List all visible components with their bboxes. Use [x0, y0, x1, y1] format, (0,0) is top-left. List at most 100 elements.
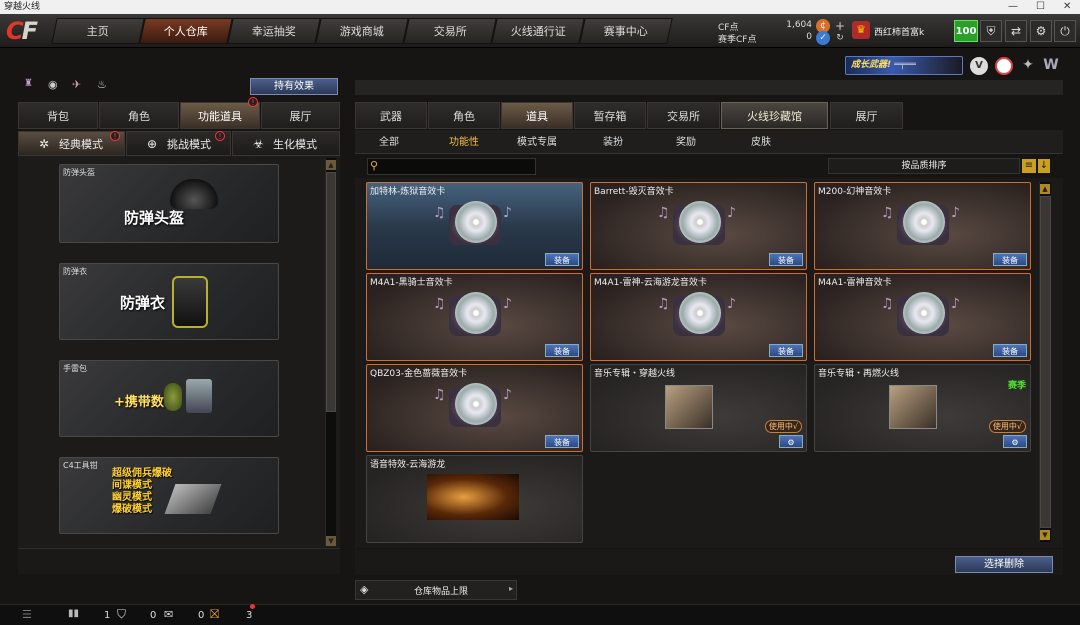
nav-tab-label: 火线通行证	[510, 25, 566, 38]
right-tab[interactable]: 角色	[428, 102, 500, 129]
refresh-icon[interactable]: ↻	[833, 31, 847, 45]
right-tab[interactable]: 武器	[355, 102, 427, 129]
target-icon[interactable]	[995, 57, 1013, 75]
left-tab[interactable]: 背包	[18, 102, 98, 129]
wing-icon[interactable]: ✦	[1019, 57, 1037, 75]
left-tab-label: 展厅	[289, 110, 312, 123]
subtab[interactable]: 皮肤	[751, 133, 771, 148]
close-icon[interactable]: ✕	[1063, 0, 1071, 14]
in-use-badge: 使用中√	[988, 420, 1026, 433]
minimize-icon[interactable]: —	[1008, 0, 1018, 14]
bag-icon[interactable]: ♨	[97, 78, 111, 91]
c4-card[interactable]: C4工具钳 超级佣兵爆破 间谍模式 幽灵模式 爆破模式	[59, 457, 279, 534]
subtab[interactable]: 全部	[379, 133, 399, 148]
nickname[interactable]: 西红柿首富k	[874, 25, 924, 38]
scroll-up-icon[interactable]: ▲	[326, 160, 336, 170]
nav-tab[interactable]: 火线通行证	[491, 18, 585, 44]
growth-weapon-banner[interactable]: 成长武器! ═╤══	[845, 56, 963, 75]
dragon-effect-icon	[427, 474, 519, 520]
gear-icon[interactable]: ⚙	[1030, 20, 1052, 42]
inventory-item[interactable]: M200-幻神音效卡 ♫ ♪ 装备	[814, 182, 1031, 270]
sort-dropdown[interactable]: 按品质排序	[828, 158, 1020, 174]
nav-tab[interactable]: 个人仓库	[139, 18, 233, 44]
subtab[interactable]: 奖励	[676, 133, 696, 148]
left-scroll-thumb[interactable]	[326, 172, 336, 412]
inventory-item[interactable]: 音乐专辑・穿越火线 使用中√ ⚙	[590, 364, 807, 452]
sort-direction-icon[interactable]: ↓	[1038, 159, 1050, 173]
scroll-down-icon[interactable]: ▼	[326, 536, 336, 546]
nav-tab[interactable]: 主页	[51, 18, 145, 44]
shield-icon[interactable]: ⛨	[980, 20, 1002, 42]
inventory-item[interactable]: 加特林-炼狱音效卡 ♫ ♪ 装备	[366, 182, 583, 270]
inventory-item[interactable]: 语音特效-云海游龙	[366, 455, 583, 543]
inventory-item[interactable]: M4A1-雷神-云海游龙音效卡 ♫ ♪ 装备	[590, 273, 807, 361]
w-logo-icon[interactable]: W	[1042, 57, 1060, 75]
equip-button[interactable]: 装备	[993, 344, 1027, 357]
level-badge: 100	[954, 20, 978, 42]
settings-button[interactable]: ⚙	[779, 435, 803, 448]
right-scroll-thumb[interactable]	[1040, 196, 1051, 528]
inventory-item[interactable]: 音乐专辑・再燃火线 使用中√ ⚙ 赛季	[814, 364, 1031, 452]
mode-tab[interactable]: ☣ 生化模式	[232, 131, 340, 156]
equip-button[interactable]: 装备	[545, 344, 579, 357]
left-tab[interactable]: 功能道具	[180, 102, 260, 129]
friends-count: 1	[104, 610, 111, 621]
gift-icon[interactable]: ⛝	[210, 607, 219, 622]
nav-tab[interactable]: 幸运抽奖	[227, 18, 321, 44]
eye-icon[interactable]: ◉	[48, 78, 62, 91]
maximize-icon[interactable]: ☐	[1036, 0, 1045, 14]
vip-icon[interactable]: V	[970, 57, 988, 75]
grenade-card[interactable]: 手雷包 +携带数	[59, 360, 279, 437]
left-tab[interactable]: 角色	[99, 102, 179, 129]
capacity-label: 仓库物品上限	[413, 587, 468, 597]
sort-menu-icon[interactable]: ≡	[1022, 159, 1036, 173]
item-name: M4A1-雷神-云海游龙音效卡	[594, 278, 707, 288]
friends-icon[interactable]: ▮▮	[68, 608, 79, 619]
hold-effect-button[interactable]: 持有效果	[250, 78, 338, 95]
right-tab[interactable]: 展厅	[830, 102, 903, 129]
vest-card[interactable]: 防弹衣 防弹衣	[59, 263, 279, 340]
left-tab[interactable]: 展厅	[261, 102, 340, 129]
equip-button[interactable]: 装备	[769, 253, 803, 266]
cf-logo: CF	[6, 17, 38, 45]
scroll-down-icon[interactable]: ▼	[1040, 530, 1050, 540]
mode-tab[interactable]: ✲ 经典模式	[18, 131, 125, 156]
subtab[interactable]: 装扮	[603, 133, 623, 148]
power-icon[interactable]: ⏻	[1054, 20, 1076, 42]
right-tab-label: 角色	[453, 110, 475, 123]
right-tab-label: 展厅	[855, 110, 878, 123]
runner-icon[interactable]: ✈	[72, 78, 86, 91]
nav-tab[interactable]: 赛事中心	[579, 18, 673, 44]
right-tab[interactable]: 火线珍藏馆	[721, 102, 828, 129]
right-tab-label: 武器	[380, 110, 402, 123]
subtab[interactable]: 模式专属	[517, 133, 557, 148]
equip-button[interactable]: 装备	[769, 344, 803, 357]
equip-button[interactable]: 装备	[545, 435, 579, 448]
equip-button[interactable]: 装备	[993, 253, 1027, 266]
expand-arrow-icon[interactable]: ▸	[509, 584, 513, 593]
settings-button[interactable]: ⚙	[1003, 435, 1027, 448]
character-icon[interactable]: ♜	[24, 78, 36, 90]
clan-shield-icon[interactable]: ⛉	[117, 607, 126, 622]
select-delete-button[interactable]: 选择删除	[955, 556, 1053, 573]
nav-tab[interactable]: 交易所	[403, 18, 497, 44]
menu-icon[interactable]: ☰	[22, 608, 32, 621]
scroll-up-icon[interactable]: ▲	[1040, 184, 1050, 194]
equip-button[interactable]: 装备	[545, 253, 579, 266]
layers-icon: ◈	[360, 583, 369, 596]
pliers-icon	[164, 484, 222, 514]
right-tab[interactable]: 交易所	[647, 102, 720, 129]
right-tab[interactable]: 暂存箱	[574, 102, 646, 129]
exit-icon[interactable]: ⇄	[1005, 20, 1027, 42]
search-input[interactable]	[386, 160, 531, 173]
nav-tab[interactable]: 游戏商城	[315, 18, 409, 44]
helmet-card[interactable]: 防弹头盔 防弹头盔	[59, 164, 279, 243]
inventory-item[interactable]: M4A1-黑骑士音效卡 ♫ ♪ 装备	[366, 273, 583, 361]
inventory-item[interactable]: QBZ03-金色蔷薇音效卡 ♫ ♪ 装备	[366, 364, 583, 452]
chat-icon[interactable]: ✉	[164, 608, 173, 621]
inventory-item[interactable]: M4A1-雷神音效卡 ♫ ♪ 装备	[814, 273, 1031, 361]
right-tab[interactable]: 道具	[501, 102, 573, 129]
subtab[interactable]: 功能性	[449, 133, 479, 148]
inventory-item[interactable]: Barrett-毁灭音效卡 ♫ ♪ 装备	[590, 182, 807, 270]
sound-disc-icon: ♫ ♪	[427, 290, 523, 342]
